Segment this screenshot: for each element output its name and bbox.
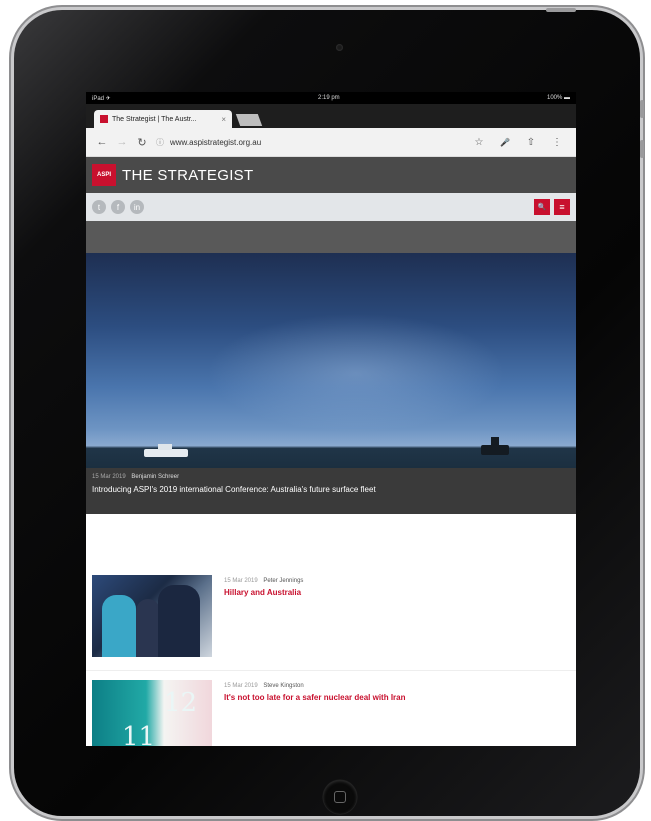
article-author[interactable]: Peter Jennings bbox=[263, 578, 303, 584]
sleep-button[interactable] bbox=[546, 8, 576, 12]
favicon-icon bbox=[100, 115, 108, 123]
status-bar: iPad ✈ 2:19 pm 100% ▬ bbox=[86, 92, 576, 104]
sky-haze bbox=[206, 313, 506, 433]
article-meta: 15 Mar 2019 Steve Kingston bbox=[224, 683, 304, 689]
share-icon[interactable]: ⇧ bbox=[518, 137, 544, 148]
info-icon[interactable]: ⓘ bbox=[156, 137, 164, 148]
logo-text: ASPI bbox=[96, 172, 111, 178]
article-thumbnail[interactable] bbox=[92, 575, 212, 657]
camera-icon bbox=[336, 44, 343, 51]
clock-digit: 11 bbox=[122, 722, 156, 746]
banner-strip bbox=[86, 221, 576, 253]
linkedin-icon[interactable]: in bbox=[130, 200, 144, 214]
article-title[interactable]: It's not too late for a safer nuclear de… bbox=[224, 693, 406, 702]
home-button[interactable] bbox=[323, 780, 357, 814]
tab-close-icon[interactable]: × bbox=[221, 115, 226, 124]
article-meta: 15 Mar 2019 Peter Jennings bbox=[224, 578, 303, 584]
address-field[interactable]: ⓘ www.aspistrategist.org.au bbox=[156, 133, 458, 151]
list-item[interactable]: 11 12 15 Mar 2019 Steve Kingston It's no… bbox=[86, 671, 576, 746]
star-icon[interactable]: ☆ bbox=[466, 137, 492, 148]
address-text: www.aspistrategist.org.au bbox=[170, 137, 262, 147]
article-date: 15 Mar 2019 bbox=[224, 683, 258, 689]
status-left: iPad ✈ bbox=[92, 95, 111, 102]
hero-author[interactable]: Benjamin Schreer bbox=[131, 474, 179, 480]
hero-date: 15 Mar 2019 bbox=[92, 474, 126, 480]
new-tab-button[interactable] bbox=[235, 114, 263, 126]
facebook-icon[interactable]: f bbox=[111, 200, 125, 214]
clock-digit: 12 bbox=[164, 688, 198, 718]
hero-meta: 15 Mar 2019 Benjamin Schreer bbox=[92, 474, 570, 480]
figure-man bbox=[158, 585, 200, 657]
back-icon[interactable]: ← bbox=[92, 136, 112, 148]
menu-icon[interactable]: ⋮ bbox=[544, 137, 570, 148]
article-date: 15 Mar 2019 bbox=[224, 578, 258, 584]
white-ship bbox=[144, 444, 188, 457]
reload-icon[interactable]: ↻ bbox=[132, 136, 152, 149]
list-item[interactable]: 15 Mar 2019 Peter Jennings Hillary and A… bbox=[86, 566, 576, 671]
mic-icon[interactable]: 🎤 bbox=[492, 138, 518, 147]
site-header: ASPI THE STRATEGIST bbox=[86, 157, 576, 193]
menu-button[interactable]: ≡ bbox=[554, 199, 570, 215]
status-time: 2:19 pm bbox=[318, 95, 340, 101]
twitter-icon[interactable]: t bbox=[92, 200, 106, 214]
figure-man bbox=[136, 599, 160, 657]
hero-image[interactable] bbox=[86, 253, 576, 497]
volume-down-button[interactable] bbox=[640, 140, 644, 158]
screen: iPad ✈ 2:19 pm 100% ▬ The Strategist | T… bbox=[86, 92, 576, 746]
browser-tab[interactable]: The Strategist | The Austr... × bbox=[94, 110, 232, 128]
site-logo[interactable]: ASPI bbox=[92, 164, 116, 186]
article-thumbnail[interactable]: 11 12 bbox=[92, 680, 212, 746]
tab-title: The Strategist | The Austr... bbox=[112, 115, 197, 123]
article-title[interactable]: Hillary and Australia bbox=[224, 588, 301, 597]
dark-ship bbox=[481, 437, 509, 455]
hero-title[interactable]: Introducing ASPI's 2019 international Co… bbox=[92, 485, 570, 494]
status-battery: 100% ▬ bbox=[546, 95, 570, 101]
volume-up-button[interactable] bbox=[640, 100, 644, 118]
article-author[interactable]: Steve Kingston bbox=[263, 683, 303, 689]
figure-woman bbox=[102, 595, 136, 657]
browser-tab-bar: The Strategist | The Austr... × bbox=[86, 104, 576, 128]
site-title[interactable]: THE STRATEGIST bbox=[122, 167, 253, 184]
search-button[interactable]: 🔍 bbox=[534, 199, 550, 215]
omnibox-bar: ← → ↻ ⓘ www.aspistrategist.org.au ☆ 🎤 ⇧ … bbox=[86, 128, 576, 157]
forward-icon[interactable]: → bbox=[112, 136, 132, 148]
hero-caption[interactable]: 15 Mar 2019 Benjamin Schreer Introducing… bbox=[86, 468, 576, 514]
article-list: 15 Mar 2019 Peter Jennings Hillary and A… bbox=[86, 566, 576, 746]
social-bar: t f in 🔍 ≡ bbox=[86, 193, 576, 221]
